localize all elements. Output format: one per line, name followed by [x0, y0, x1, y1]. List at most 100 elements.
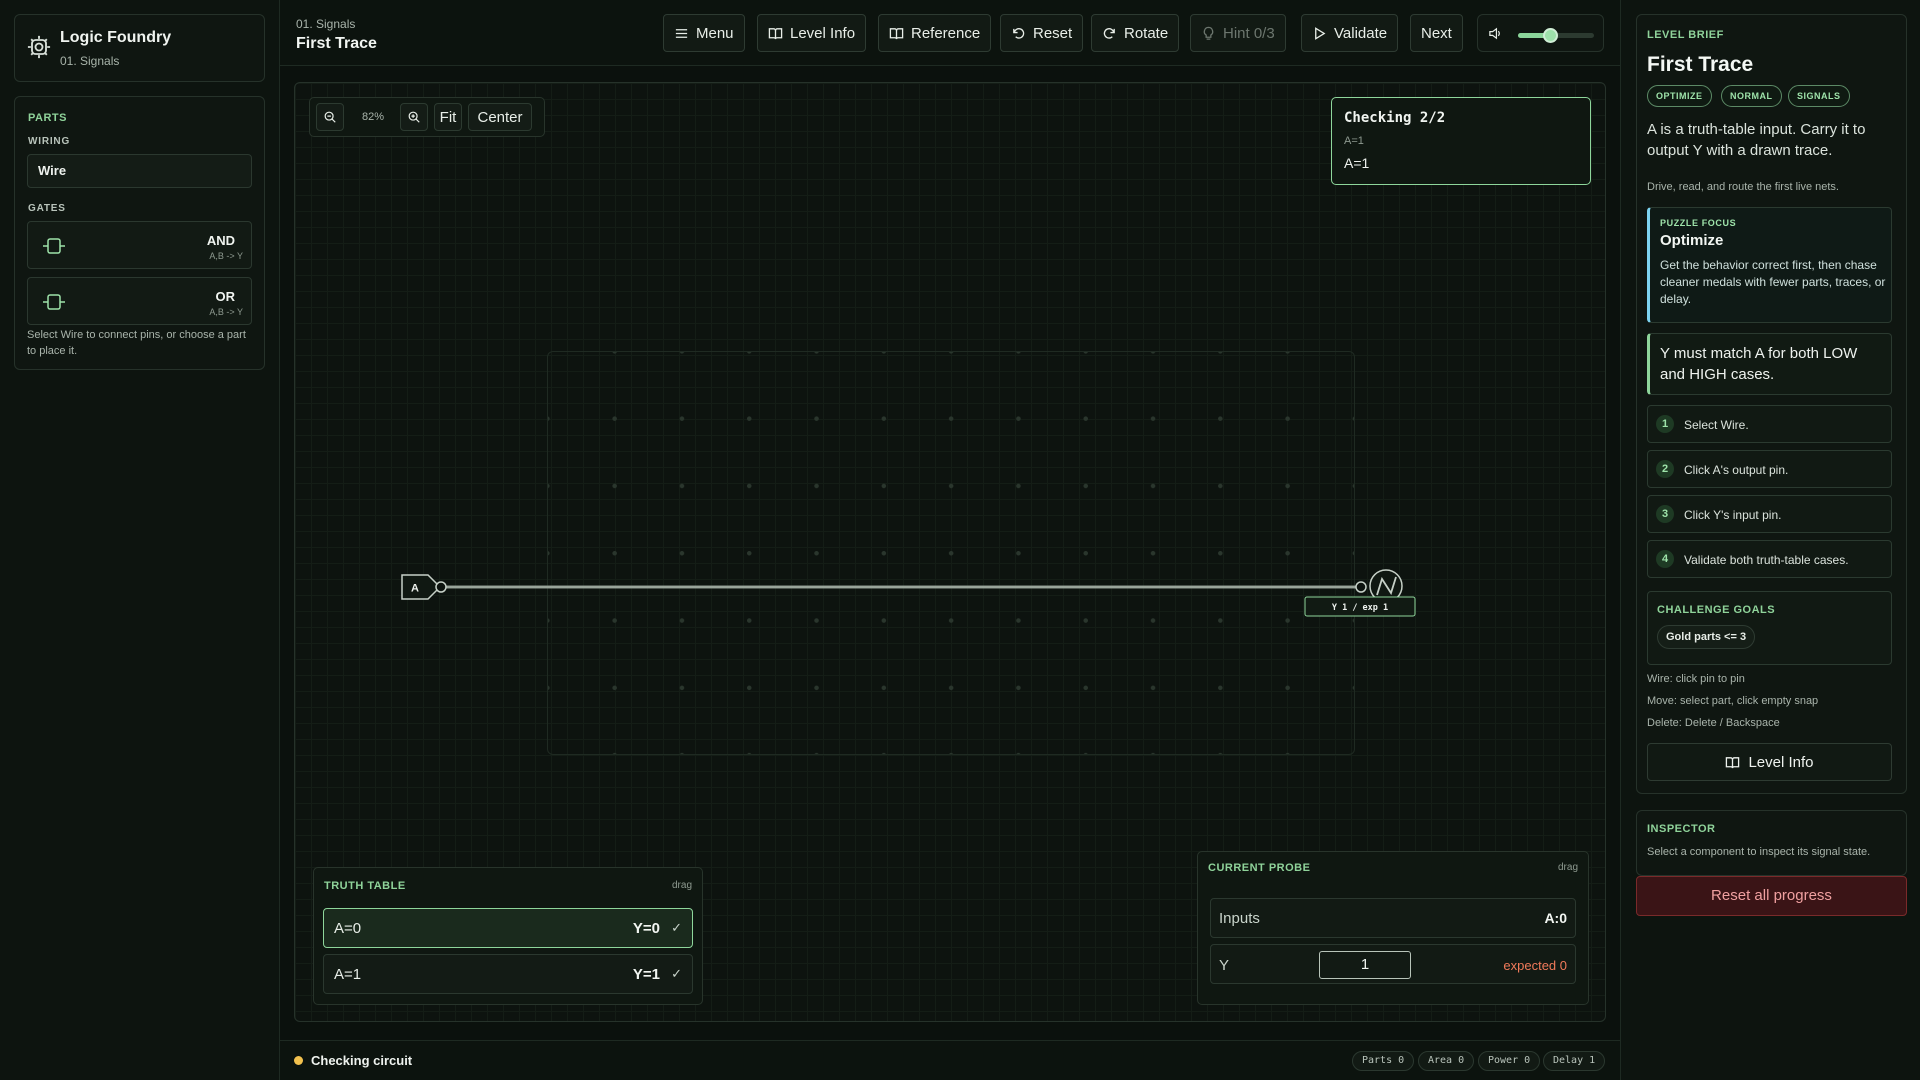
shortcut-move: Move: select part, click empty snap [1647, 695, 1819, 707]
wire-tool-button[interactable]: Wire [27, 154, 252, 188]
output-y-input-pin[interactable] [1355, 581, 1367, 593]
reset-all-progress-button[interactable]: Reset all progress [1636, 876, 1907, 916]
reference-label: Reference [911, 24, 981, 42]
page-title: First Trace [296, 35, 377, 52]
level-brief-heading: LEVEL BRIEF [1647, 29, 1724, 41]
step-text: Validate both truth-table cases. [1684, 553, 1849, 567]
left-sidebar: Logic Foundry 01. Signals PARTS WIRING W… [0, 0, 280, 1080]
focus-heading: PUZZLE FOCUS [1660, 218, 1737, 228]
undo-icon [1013, 27, 1025, 39]
truth-table-row[interactable]: A=1 Y=1 ✓ [323, 954, 693, 994]
goals-heading: CHALLENGE GOALS [1657, 604, 1776, 616]
level-title: First Trace [1647, 53, 1754, 76]
reference-button[interactable]: Reference [878, 14, 992, 52]
focus-text: Get the behavior correct first, then cha… [1660, 258, 1886, 306]
validate-button[interactable]: Validate [1301, 14, 1399, 52]
level-info-label: Level Info [790, 24, 856, 42]
area-chip: Area 0 [1418, 1051, 1475, 1071]
wiring-heading: WIRING [28, 136, 71, 147]
inputs-value: A:0 [1544, 910, 1567, 926]
zoom-toolbar: 82% Fit Center [309, 97, 545, 137]
circuit-board[interactable]: A Y 1 / exp 1 82% Fit Center Checking 2/… [294, 82, 1606, 1022]
rotate-button[interactable]: Rotate [1091, 14, 1180, 52]
shortcut-delete: Delete: Delete / Backspace [1647, 717, 1780, 729]
book-icon [1726, 756, 1740, 768]
step-item: 4 Validate both truth-table cases. [1647, 540, 1892, 578]
fit-button[interactable]: Fit [434, 103, 462, 131]
zoom-level: 82% [362, 111, 385, 123]
focus-title: Optimize [1660, 232, 1724, 249]
gate-signature: A,B -> Y [209, 251, 243, 261]
inspector-text: Select a component to inspect its signal… [1647, 846, 1871, 858]
level-subtext: Drive, read, and route the first live ne… [1647, 181, 1839, 193]
brief-level-info-button[interactable]: Level Info [1647, 743, 1892, 781]
step-number: 1 [1656, 415, 1674, 433]
input-a-node[interactable]: A [401, 574, 447, 600]
menu-label: Menu [696, 24, 734, 42]
current-probe-panel[interactable]: CURRENT PROBE drag Inputs A:0 Y 1 expect… [1197, 851, 1589, 1005]
checking-value: A=1 [1344, 155, 1370, 171]
truth-table-panel[interactable]: TRUTH TABLE drag A=0 Y=0 ✓ A=1 Y=1 ✓ [313, 867, 703, 1005]
next-button[interactable]: Next [1410, 14, 1463, 52]
top-bar: 01. Signals First Trace Menu Level Info … [280, 0, 1620, 66]
input-a-label: A [411, 583, 419, 595]
row-input: A=1 [334, 966, 362, 983]
input-a-output-pin[interactable] [435, 581, 447, 593]
output-y-label: Y 1 / exp 1 [1332, 603, 1388, 613]
step-item: 2 Click A's output pin. [1647, 450, 1892, 488]
menu-icon [675, 28, 688, 38]
zoom-out-button[interactable] [316, 103, 344, 131]
inputs-label: Inputs [1219, 910, 1260, 927]
volume-slider[interactable] [1518, 28, 1594, 43]
challenge-goals-card: CHALLENGE GOALS Gold parts <= 3 [1647, 591, 1892, 665]
status-text: Checking circuit [311, 1053, 413, 1068]
step-item: 3 Click Y's input pin. [1647, 495, 1892, 533]
right-sidebar: LEVEL BRIEF First Trace OPTIMIZE NORMAL … [1620, 0, 1920, 1080]
y-expected: expected 0 [1503, 958, 1567, 973]
rotate-label: Rotate [1124, 24, 1169, 42]
menu-button[interactable]: Menu [663, 14, 745, 52]
y-value-box[interactable]: 1 [1319, 951, 1411, 979]
output-y-node[interactable]: Y 1 / exp 1 [1304, 569, 1416, 617]
rotate-icon [1103, 27, 1115, 39]
step-number: 3 [1656, 505, 1674, 523]
row-output: Y=1 [632, 966, 660, 983]
drag-handle[interactable]: drag [672, 880, 692, 891]
parts-hint: Select Wire to connect pins, or choose a… [27, 329, 246, 357]
book-icon [889, 27, 904, 39]
inspector-panel: INSPECTOR Select a component to inspect … [1636, 810, 1907, 876]
step-text: Click Y's input pin. [1684, 508, 1782, 522]
lightbulb-icon [1203, 26, 1214, 40]
gear-icon [27, 35, 51, 59]
tag-normal: NORMAL [1721, 85, 1782, 107]
goal-chip: Gold parts <= 3 [1657, 625, 1756, 649]
truth-table-row[interactable]: A=0 Y=0 ✓ [323, 908, 693, 948]
check-icon: ✓ [671, 920, 682, 935]
next-label: Next [1421, 24, 1452, 42]
truth-table-heading: TRUTH TABLE [324, 880, 406, 892]
gate-and-button[interactable]: AND A,B -> Y [27, 221, 252, 269]
gate-or-button[interactable]: OR A,B -> Y [27, 277, 252, 325]
gate-signature: A,B -> Y [209, 307, 243, 317]
reset-label: Reset [1033, 24, 1073, 42]
center-button[interactable]: Center [468, 103, 532, 131]
requirement-card: Y must match A for both LOW and HIGH cas… [1647, 333, 1892, 395]
checking-status-card: Checking 2/2 A=1 A=1 [1331, 97, 1591, 185]
zoom-in-button[interactable] [400, 103, 428, 131]
validate-label: Validate [1334, 24, 1388, 42]
level-info-button[interactable]: Level Info [757, 14, 867, 52]
volume-knob[interactable] [1542, 28, 1558, 43]
shortcut-wire: Wire: click pin to pin [1647, 673, 1745, 685]
hint-button[interactable]: Hint 0/3 [1190, 14, 1286, 52]
step-item: 1 Select Wire. [1647, 405, 1892, 443]
probe-y-row: Y 1 expected 0 [1210, 944, 1576, 984]
checking-title: Checking 2/2 [1344, 110, 1446, 126]
volume-control[interactable] [1477, 14, 1604, 52]
status-indicator [294, 1056, 303, 1065]
speaker-icon[interactable] [1488, 26, 1503, 41]
tag-signals: SIGNALS [1788, 85, 1850, 107]
reset-button[interactable]: Reset [1000, 14, 1084, 52]
drag-handle[interactable]: drag [1558, 862, 1578, 873]
step-text: Select Wire. [1684, 418, 1749, 432]
app-brand: Logic Foundry 01. Signals [14, 14, 265, 82]
